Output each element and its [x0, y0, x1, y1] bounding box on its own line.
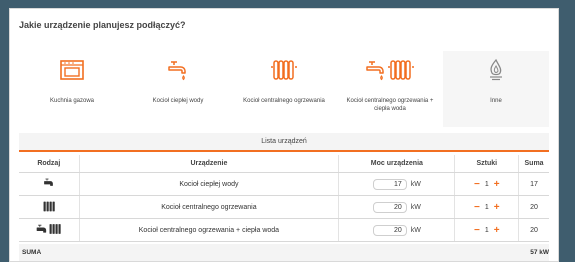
moc-input[interactable]: 20	[372, 201, 407, 213]
quantity-value: 1	[484, 203, 489, 211]
row-type-cell	[19, 195, 80, 219]
header-sztuki: Sztuki	[454, 155, 520, 173]
device-options: Kuchnia gazowa Kocioł ciepłej wody Kocio…	[19, 51, 549, 127]
row-type-cell	[19, 172, 80, 196]
unit-label: kW	[410, 226, 421, 234]
row-moc-cell: 17 kW	[338, 172, 456, 196]
total-label: SUMA	[22, 249, 42, 256]
radiator-icon	[270, 53, 298, 87]
device-list-table: Rodzaj Urządzenie Moc urządzenia Sztuki …	[19, 155, 549, 242]
question-heading: Jakie urządzenie planujesz podłączyć?	[19, 20, 186, 30]
increment-button[interactable]: +	[494, 202, 500, 213]
unit-label: kW	[410, 180, 421, 188]
table-header-row: Rodzaj Urządzenie Moc urządzenia Sztuki …	[19, 155, 549, 173]
row-name: Kocioł centralnego ogrzewania	[79, 195, 340, 219]
faucet-icon	[167, 53, 189, 87]
header-rodzaj: Rodzaj	[19, 155, 80, 173]
faucet-radiator-icon	[36, 224, 62, 237]
faucet-radiator-icon	[365, 53, 415, 87]
row-qty-cell: − 1 +	[454, 218, 520, 242]
device-option-kociol-co[interactable]: Kocioł centralnego ogrzewania	[231, 51, 337, 127]
header-moc: Moc urządzenia	[338, 155, 456, 173]
radiator-icon	[43, 201, 55, 214]
quantity-stepper: − 1 +	[455, 179, 518, 190]
moc-input[interactable]: 17	[372, 178, 407, 190]
total-value: 57 kW	[530, 249, 549, 256]
flame-icon	[487, 53, 505, 87]
row-moc-cell: 20 kW	[338, 195, 456, 219]
moc-input[interactable]: 20	[372, 224, 407, 236]
device-label: Kuchnia gazowa	[49, 98, 95, 104]
quantity-stepper: − 1 +	[455, 202, 518, 213]
increment-button[interactable]: +	[494, 179, 500, 190]
row-qty-cell: − 1 +	[454, 172, 520, 196]
table-row: Kocioł centralnego ogrzewania + ciepła w…	[19, 218, 549, 242]
device-option-kociol-co-cieplej-wody[interactable]: Kocioł centralnego ogrzewania + ciepła w…	[337, 51, 443, 127]
device-selector-panel: Jakie urządzenie planujesz podłączyć? Ku…	[9, 8, 559, 262]
decrement-button[interactable]: −	[474, 202, 480, 213]
table-row: Kocioł ciepłej wody 17 kW − 1 + 17	[19, 172, 549, 196]
decrement-button[interactable]: −	[474, 225, 480, 236]
header-suma: Suma	[518, 155, 549, 173]
row-name: Kocioł ciepłej wody	[79, 172, 340, 196]
row-moc-cell: 20 kW	[338, 218, 456, 242]
row-name: Kocioł centralnego ogrzewania + ciepła w…	[79, 218, 340, 242]
header-urzadzenie: Urządzenie	[79, 155, 340, 173]
row-type-cell	[19, 218, 80, 242]
row-sum: 17	[518, 172, 549, 196]
device-label: Kocioł centralnego ogrzewania + ciepła w…	[346, 98, 434, 112]
quantity-value: 1	[484, 226, 489, 234]
device-list-title: Lista urządzeń	[19, 133, 549, 152]
device-option-inne[interactable]: Inne	[443, 51, 549, 127]
table-row: Kocioł centralnego ogrzewania 20 kW − 1 …	[19, 195, 549, 219]
device-label: Kocioł centralnego ogrzewania	[243, 98, 325, 104]
gas-stove-icon	[60, 53, 84, 87]
device-label: Kocioł ciepłej wody	[152, 98, 204, 104]
faucet-icon	[43, 178, 55, 191]
device-option-kuchnia-gazowa[interactable]: Kuchnia gazowa	[19, 51, 125, 127]
unit-label: kW	[410, 203, 421, 211]
decrement-button[interactable]: −	[474, 179, 480, 190]
device-option-kociol-cieplej-wody[interactable]: Kocioł ciepłej wody	[125, 51, 231, 127]
quantity-stepper: − 1 +	[455, 225, 518, 236]
row-sum: 20	[518, 195, 549, 219]
quantity-value: 1	[484, 180, 489, 188]
increment-button[interactable]: +	[494, 225, 500, 236]
total-bar: SUMA 57 kW	[19, 244, 549, 261]
row-sum: 20	[518, 218, 549, 242]
row-qty-cell: − 1 +	[454, 195, 520, 219]
device-label: Inne	[490, 98, 502, 104]
